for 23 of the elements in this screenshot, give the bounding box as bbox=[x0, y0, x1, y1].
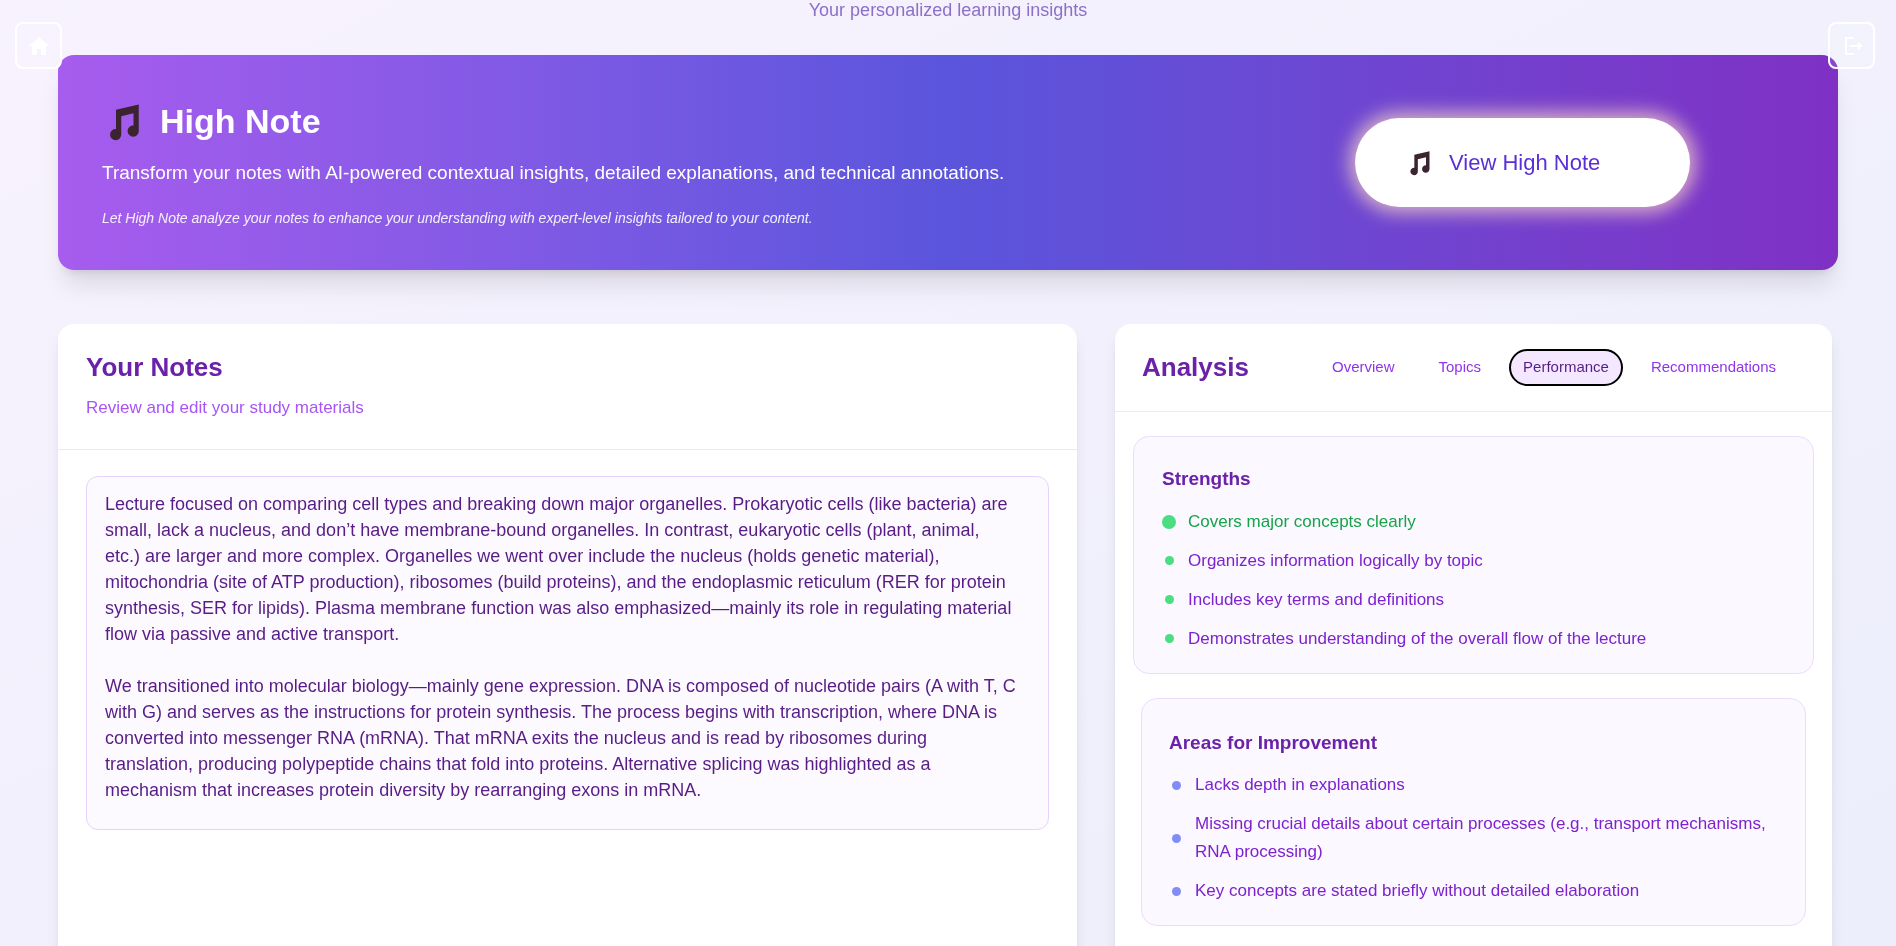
list-item-text: Demonstrates understanding of the overall flow of the lecture bbox=[1188, 627, 1647, 650]
list-item-text: Missing crucial details about certain processes (e.g., transport mechanisms, RNA processing) bbox=[1195, 813, 1767, 863]
list-item-text: Includes key terms and definitions bbox=[1188, 588, 1445, 611]
notes-title: Your Notes bbox=[86, 351, 224, 384]
section-title: Strengths bbox=[1162, 467, 1252, 491]
analysis-tab[interactable]: Overview bbox=[1316, 351, 1411, 384]
list-item-text: Key concepts are stated briefly without detailed elaboration bbox=[1195, 880, 1640, 902]
page-subtitle: Your personalized learning insights bbox=[808, 0, 1088, 21]
notes-subtitle: Review and edit your study materials bbox=[86, 397, 365, 419]
analysis-tab[interactable]: Topics bbox=[1422, 351, 1498, 384]
analysis-title: Analysis bbox=[1142, 351, 1249, 384]
hero-title: High Note bbox=[160, 101, 321, 143]
analysis-tab[interactable]: Performance bbox=[1509, 349, 1623, 386]
hero-note: Let High Note analyze your notes to enhance your understanding with expert-level insights tailored to your content. bbox=[102, 208, 814, 228]
list-item-text: Lacks depth in explanations bbox=[1195, 774, 1405, 796]
logout-button[interactable] bbox=[1828, 22, 1875, 69]
analysis-tab[interactable]: Recommendations bbox=[1634, 351, 1792, 384]
list-item-text: Covers major concepts clearly bbox=[1188, 510, 1416, 533]
notes-textarea[interactable]: Lecture focused on comparing cell types and breaking down major organelles. Prokaryotic cells (like bacteria) are small, lack a nucleus, and don’t have membrane-bound organelles. In contrast, eukaryotic cells (plant, animal, etc.) are larger and more complex. Organelles we went over include the nucleus (holds genetic material), mitochondria (site of ATP production), ribosomes (build proteins), and the endoplasmic reticulum (RER for protein synthesis, SER for lipids). Plasma membrane function was also emphasized—mainly its role in regulating material flow via passive and active transport. We transitioned into molecular biology—mainly gene expression. DNA is composed of nucleotide pairs (A with T, C with G) and serves as the instructions for protein synthesis. The process begins with transcription, where DNA is converted into messenger RNA (mRNA). That mRNA exits the nucleus and is read by ribosomes during translation, producing polypeptide chains that fold into proteins. Alternative splicing was highlighted as a mechanism that increases protein diversity by rearranging exons in mRNA. bbox=[86, 475, 1049, 830]
section-title: Areas for Improvement bbox=[1169, 730, 1378, 755]
hero-description: Transform your notes with AI-powered contextual insights, detailed explanations, and technical annotations. bbox=[102, 161, 1005, 186]
list-item-text: Organizes information logically by topic bbox=[1188, 549, 1483, 572]
view-high-note-button[interactable]: View High Note bbox=[1355, 118, 1690, 207]
